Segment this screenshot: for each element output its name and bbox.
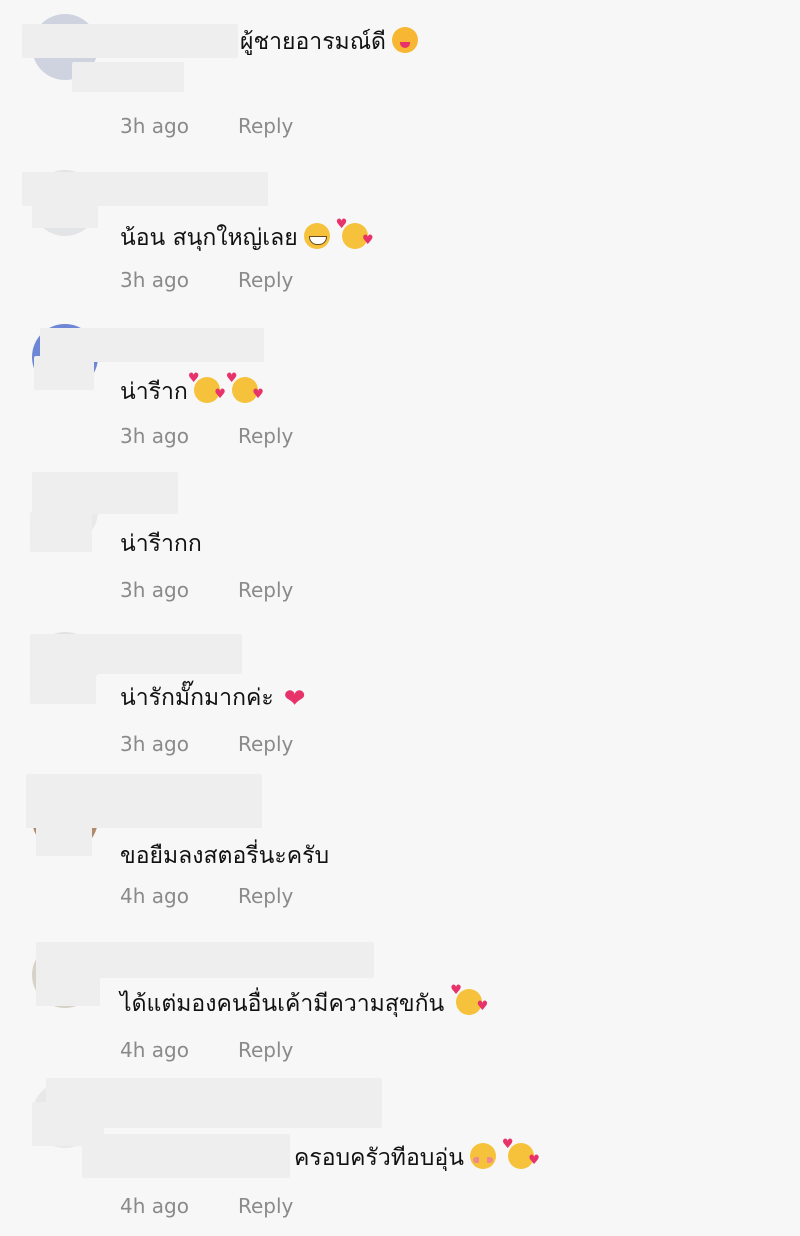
comment-item: น่ารีาก 3h ago Reply [0, 324, 800, 478]
reply-button[interactable]: Reply [238, 578, 293, 602]
redacted-text [82, 1134, 290, 1178]
smiling-face-with-hearts-emoji [502, 1137, 540, 1169]
comment-timestamp: 3h ago [120, 732, 189, 756]
redacted-text [32, 204, 98, 228]
reply-button[interactable]: Reply [238, 1038, 293, 1062]
reply-button[interactable]: Reply [238, 114, 293, 138]
smiling-face-with-hearts-emoji [336, 217, 374, 249]
reply-button[interactable]: Reply [238, 884, 293, 908]
reply-button[interactable]: Reply [238, 268, 293, 292]
reply-button[interactable]: Reply [238, 424, 293, 448]
redacted-text [34, 356, 94, 390]
comment-item: น่ารักมั๊กมากค่ะ ❤ 3h ago Reply [0, 632, 800, 786]
comment-text: น่ารีาก [120, 371, 264, 410]
redacted-text [72, 62, 184, 92]
smiling-face-with-hearts-emoji [450, 983, 488, 1015]
comment-timestamp: 3h ago [120, 114, 189, 138]
reply-button[interactable]: Reply [238, 732, 293, 756]
comment-text: น่ารีากก [120, 526, 202, 562]
sparkling-heart-emoji: ❤ [283, 684, 306, 714]
grin-emoji [303, 223, 330, 249]
comment-timestamp: 4h ago [120, 1038, 189, 1062]
comment-timestamp: 4h ago [120, 884, 189, 908]
redacted-username [22, 24, 238, 58]
flushed-emoji [469, 1143, 496, 1169]
comment-timestamp: 3h ago [120, 424, 189, 448]
comment-text: ครอบครัวทีอบอุ่น [294, 1137, 540, 1176]
comment-item: ผู้ชายอารมณ์ดี 3h ago Reply [0, 14, 800, 168]
comment-meta: 3h ago Reply [120, 732, 293, 756]
redacted-username [30, 634, 242, 674]
redacted-text [30, 672, 96, 704]
comment-body: ครอบครัวทีอบอุ่น [294, 1145, 464, 1171]
comment-meta: 3h ago Reply [120, 578, 293, 602]
comment-item: ได้แต่มองคนอื่นเค้ามีความสุขกัน 4h ago R… [0, 942, 800, 1096]
comment-body: ผู้ชายอารมณ์ดี [240, 29, 386, 55]
redacted-username [22, 172, 268, 206]
comment-item: น่ารีากก 3h ago Reply [0, 472, 800, 632]
comment-text: น่ารักมั๊กมากค่ะ ❤ [120, 680, 306, 716]
comment-text: ได้แต่มองคนอื่นเค้ามีความสุขกัน [120, 983, 488, 1022]
comment-body: ขอยืมลงสตอรี่นะครับ [120, 843, 330, 869]
comment-body: น่ารักมั๊กมากค่ะ [120, 685, 274, 711]
comment-timestamp: 3h ago [120, 578, 189, 602]
comment-meta: 3h ago Reply [120, 424, 293, 448]
redacted-text [30, 512, 92, 552]
redacted-text [36, 972, 100, 1006]
redacted-text [36, 816, 92, 856]
comment-item: ครอบครัวทีอบอุ่น 4h ago Reply [0, 1078, 800, 1236]
redacted-username [32, 472, 178, 514]
comment-text: น้อน สนุกใหญ่เลย [120, 217, 374, 256]
comment-timestamp: 3h ago [120, 268, 189, 292]
comment-meta: 3h ago Reply [120, 114, 293, 138]
comment-text: ขอยืมลงสตอรี่นะครับ [120, 838, 329, 874]
comment-text: ผู้ชายอารมณ์ดี [240, 24, 418, 60]
comment-body: น่ารีาก [120, 379, 188, 405]
comment-body: ได้แต่มองคนอื่นเค้ามีความสุขกัน [120, 991, 445, 1017]
comment-body: น้อน สนุกใหญ่เลย [120, 225, 298, 251]
comment-meta: 4h ago Reply [120, 884, 293, 908]
comment-timestamp: 4h ago [120, 1194, 189, 1218]
comment-item: ขอยืมลงสตอรี่นะครับ 4h ago Reply [0, 774, 800, 940]
comment-body: น่ารีากก [120, 531, 202, 557]
reply-button[interactable]: Reply [238, 1194, 293, 1218]
comment-meta: 4h ago Reply [120, 1038, 293, 1062]
comment-item: น้อน สนุกใหญ่เลย 3h ago Reply [0, 170, 800, 324]
wink-emoji [392, 27, 418, 53]
comment-meta: 3h ago Reply [120, 268, 293, 292]
comment-meta: 4h ago Reply [120, 1194, 293, 1218]
smiling-face-with-hearts-emoji [188, 371, 226, 403]
smiling-face-with-hearts-emoji [226, 371, 264, 403]
